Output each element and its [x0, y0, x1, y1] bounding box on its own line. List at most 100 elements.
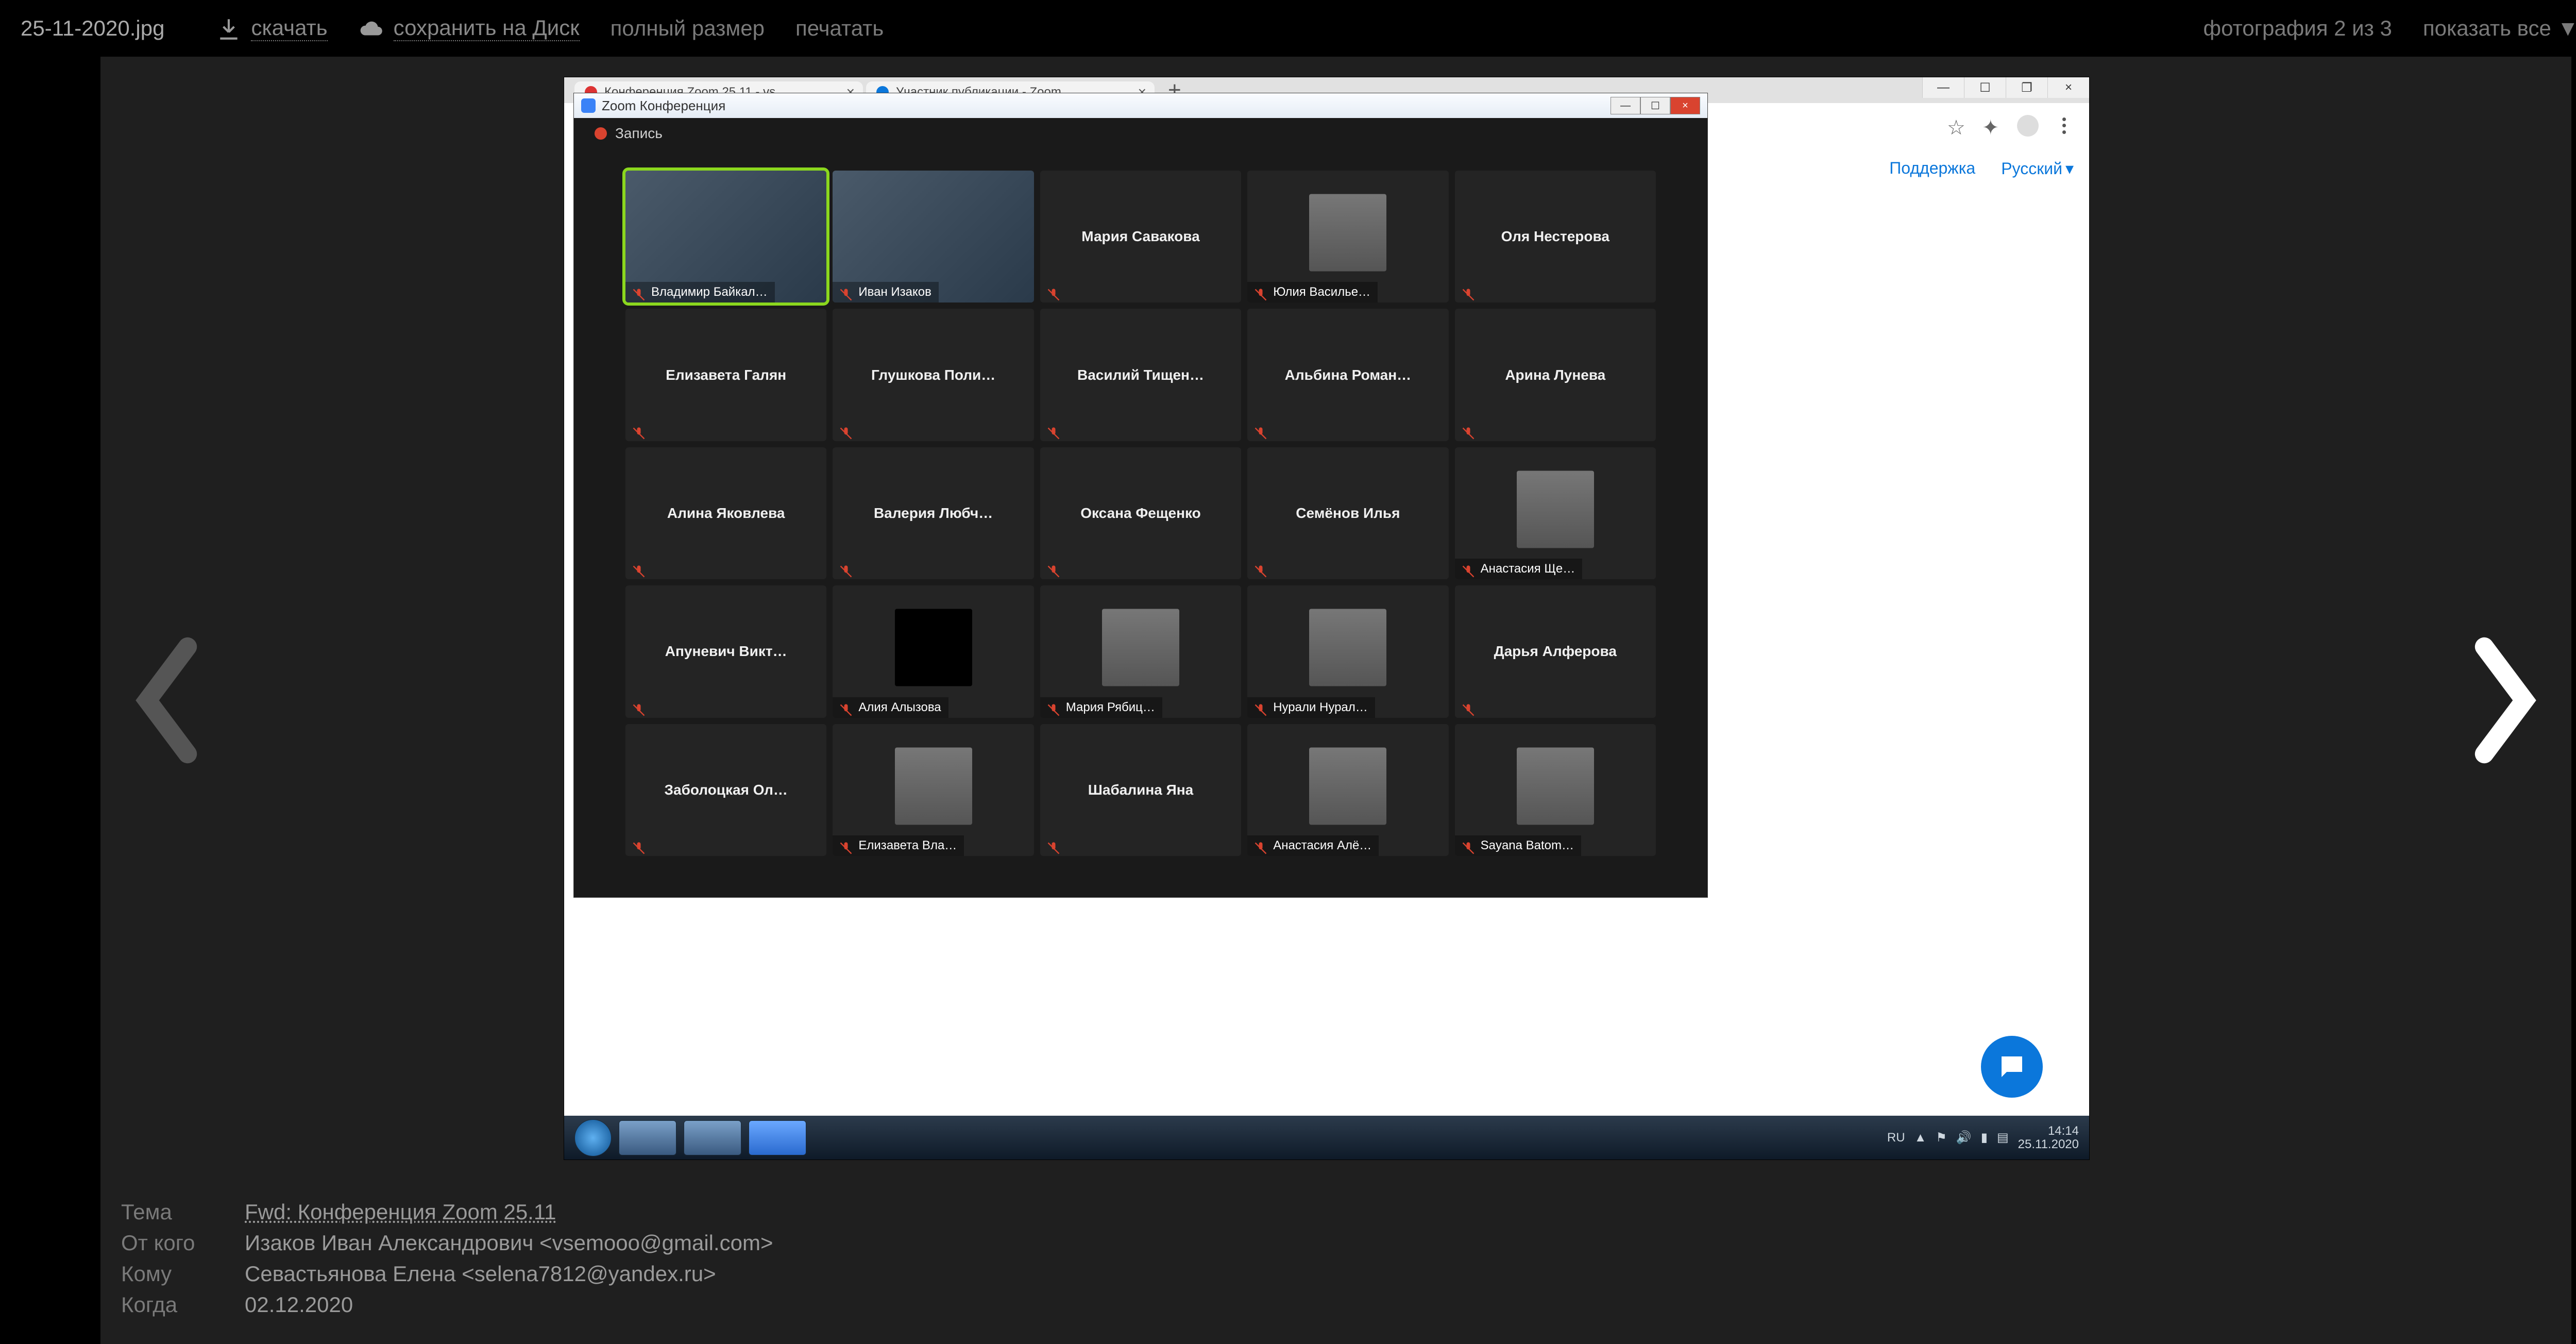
participant-name: Елизавета Галян — [625, 309, 826, 441]
chat-button[interactable] — [1981, 1036, 2043, 1098]
close-icon[interactable]: × — [1670, 97, 1700, 114]
participant-tile[interactable]: Альбина Роман… — [1247, 309, 1448, 441]
participant-tile[interactable]: Владимир Байкал… — [625, 171, 826, 303]
participant-name: Владимир Байкал… — [625, 282, 775, 303]
participant-tile[interactable]: Оксана Фещенко — [1040, 447, 1241, 579]
print-button[interactable]: печатать — [795, 16, 884, 41]
participant-tile[interactable]: Мария Рябиц… — [1040, 585, 1241, 717]
participant-tile[interactable]: Арина Лунева — [1455, 309, 1656, 441]
screenshot: Конференция Zoom 25.11 - vs… × Участник … — [564, 77, 2089, 1160]
minimize-icon[interactable]: — — [1922, 77, 1964, 98]
muted-icon — [1461, 284, 1476, 298]
participant-tile[interactable]: Мария Савакова — [1040, 171, 1241, 303]
participant-tile[interactable]: Елизавета Галян — [625, 309, 826, 441]
participant-tile[interactable]: Sayana Batom… — [1455, 724, 1656, 856]
filename: 25-11-2020.jpg — [21, 16, 164, 41]
windows-taskbar: RU ▲ ⚑ 🔊 ▮ ▤ 14:14 25.11.2020 — [564, 1116, 2089, 1160]
muted-icon — [1046, 284, 1061, 298]
muted-icon — [632, 699, 646, 714]
participant-name: Алина Яковлева — [625, 447, 826, 579]
participant-tile[interactable]: Дарья Алферова — [1455, 585, 1656, 717]
tray-flag-icon[interactable]: ▲ — [1914, 1131, 1927, 1145]
profile-icon[interactable] — [2017, 115, 2039, 137]
muted-icon — [1253, 837, 1268, 852]
muted-icon — [839, 561, 853, 575]
minimize-icon[interactable]: — — [1611, 97, 1640, 114]
next-button[interactable] — [2458, 633, 2551, 767]
tray-lang[interactable]: RU — [1887, 1131, 1905, 1145]
participant-tile[interactable]: Шабалина Яна — [1040, 724, 1241, 856]
chrome-button[interactable] — [684, 1120, 741, 1155]
participant-tile[interactable]: Елизавета Вла… — [833, 724, 1033, 856]
when-label: Когда — [121, 1292, 214, 1317]
star-icon[interactable]: ☆ — [1947, 116, 1967, 136]
system-tray: RU ▲ ⚑ 🔊 ▮ ▤ 14:14 25.11.2020 — [1887, 1124, 2079, 1150]
download-icon — [216, 15, 242, 42]
participant-tile[interactable]: Алия Алызова — [833, 585, 1033, 717]
avatar — [1309, 194, 1386, 272]
muted-icon — [632, 837, 646, 852]
muted-icon — [1253, 561, 1268, 575]
tray-sound-icon[interactable]: 🔊 — [1956, 1130, 1972, 1145]
subject-link[interactable]: Fwd: Конференция Zoom 25.11 — [245, 1200, 556, 1224]
participant-name: Апуневич Викт… — [625, 585, 826, 717]
participant-tile[interactable]: Иван Изаков — [833, 171, 1033, 303]
participant-name: Семёнов Илья — [1247, 447, 1448, 579]
muted-icon — [1253, 423, 1268, 437]
muted-icon — [1046, 699, 1061, 714]
start-button[interactable] — [574, 1119, 612, 1156]
participant-name: Шабалина Яна — [1040, 724, 1241, 856]
muted-icon — [632, 284, 646, 298]
muted-icon — [1461, 837, 1476, 852]
participant-name: Альбина Роман… — [1247, 309, 1448, 441]
participant-tile[interactable]: Глушкова Поли… — [833, 309, 1033, 441]
tray-icon[interactable]: ⚑ — [1936, 1130, 1947, 1145]
muted-icon — [632, 423, 646, 437]
photo-counter: фотография 2 из 3 — [2204, 16, 2392, 41]
support-link[interactable]: Поддержка — [1889, 159, 1975, 178]
participant-tile[interactable]: Юлия Василье… — [1247, 171, 1448, 303]
restore-icon[interactable]: ❐ — [2006, 77, 2047, 98]
lang-dropdown[interactable]: Русский — [2001, 159, 2074, 178]
maximize-icon[interactable]: ☐ — [1640, 97, 1670, 114]
zoom-button[interactable] — [749, 1120, 806, 1155]
muted-icon — [839, 284, 853, 298]
participant-name: Оля Нестерова — [1455, 171, 1656, 303]
participant-tile[interactable]: Заболоцкая Ол… — [625, 724, 826, 856]
tray-battery-icon[interactable]: ▤ — [1997, 1130, 2009, 1145]
participant-tile[interactable]: Апуневич Викт… — [625, 585, 826, 717]
gallery-grid: Владимир Байкал… Иван ИзаковМария Саваков… — [625, 171, 1656, 856]
fullsize-button[interactable]: полный размер — [611, 16, 765, 41]
from-label: От кого — [121, 1231, 214, 1255]
show-all-button[interactable]: показать все ▼ — [2423, 16, 2576, 41]
participant-tile[interactable]: Анастасия Ще… — [1455, 447, 1656, 579]
participant-tile[interactable]: Анастасия Алё… — [1247, 724, 1448, 856]
maximize-icon[interactable]: ☐ — [1964, 77, 2006, 98]
prev-button[interactable] — [121, 633, 214, 767]
download-button[interactable]: скачать — [216, 15, 327, 42]
close-icon[interactable]: × — [2047, 77, 2089, 98]
avatar — [895, 747, 972, 825]
tray-clock[interactable]: 14:14 25.11.2020 — [2018, 1124, 2079, 1150]
extensions-icon[interactable]: ✦ — [1982, 116, 2002, 136]
avatar — [895, 609, 972, 686]
tray-network-icon[interactable]: ▮ — [1981, 1130, 1988, 1145]
to-value: Севастьянова Елена <selena7812@yandex.ru… — [245, 1262, 716, 1286]
participant-tile[interactable]: Семёнов Илья — [1247, 447, 1448, 579]
save-to-disk-button[interactable]: сохранить на Диск — [359, 15, 580, 42]
participant-tile[interactable]: Валерия Любч… — [833, 447, 1033, 579]
participant-name: Оксана Фещенко — [1040, 447, 1241, 579]
participant-name: Мария Савакова — [1040, 171, 1241, 303]
participant-tile[interactable]: Алина Яковлева — [625, 447, 826, 579]
participant-name: Заболоцкая Ол… — [625, 724, 826, 856]
subject-label: Тема — [121, 1200, 214, 1224]
zoom-window: Zoom Конференция — ☐ × Запись Владимир Б… — [573, 93, 1708, 898]
participant-tile[interactable]: Нурали Нурал… — [1247, 585, 1448, 717]
explorer-button[interactable] — [619, 1120, 676, 1155]
cloud-icon — [359, 15, 384, 42]
muted-icon — [1461, 561, 1476, 575]
participant-tile[interactable]: Оля Нестерова — [1455, 171, 1656, 303]
participant-name: Дарья Алферова — [1455, 585, 1656, 717]
participant-tile[interactable]: Василий Тищен… — [1040, 309, 1241, 441]
menu-icon[interactable] — [2054, 116, 2074, 136]
